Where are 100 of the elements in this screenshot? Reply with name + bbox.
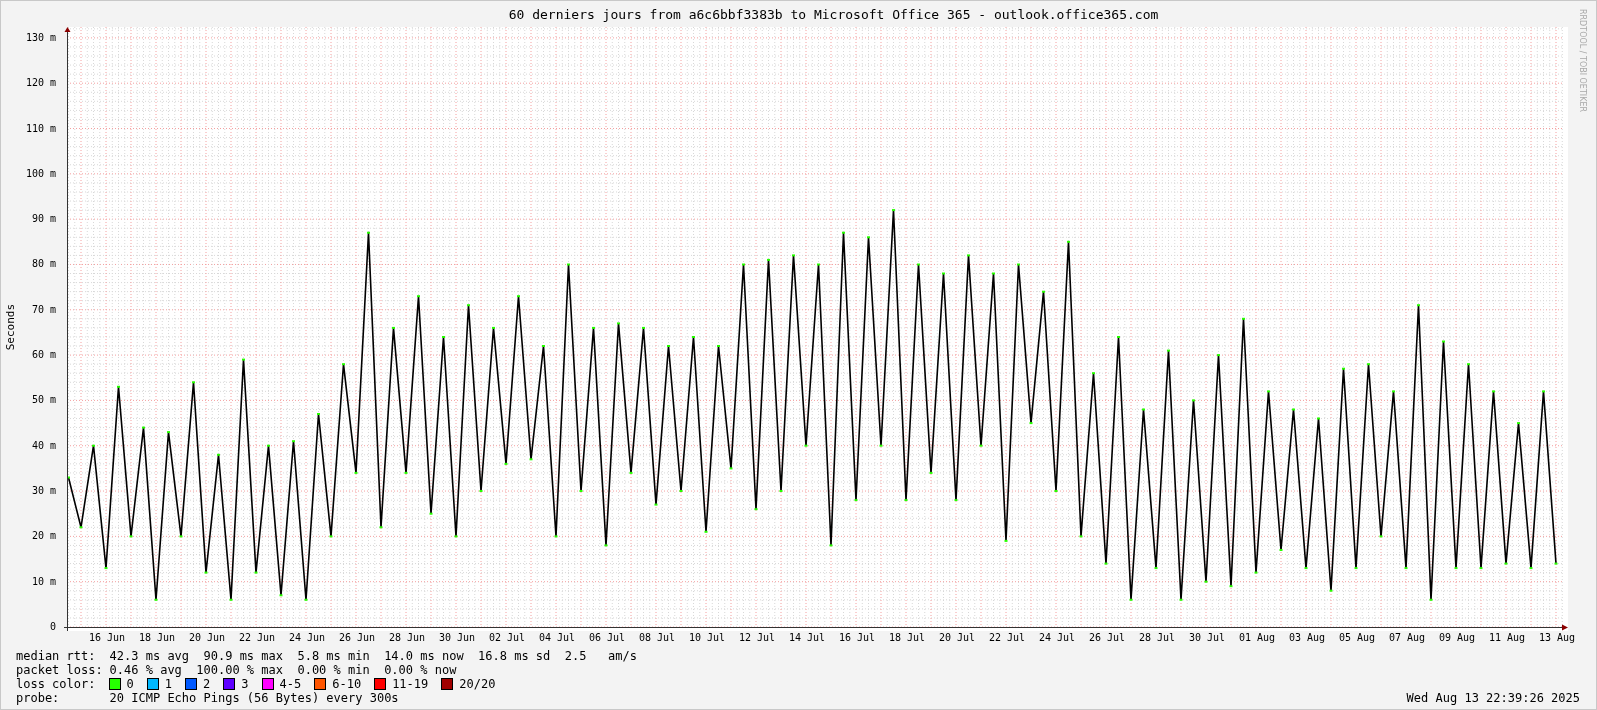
x-axis-label: 28 Jul: [1137, 632, 1177, 644]
data-point: [1079, 535, 1083, 538]
timestamp: Wed Aug 13 22:39:26 2025: [1406, 691, 1580, 705]
credit-text: RRDTOOL / TOBI OETIKER: [1577, 9, 1587, 113]
data-point: [1454, 567, 1458, 570]
data-point: [1517, 422, 1520, 425]
y-axis-label: 90 m: [31, 213, 56, 226]
data-point: [1017, 263, 1020, 266]
y-axis-label: 110 m: [25, 122, 56, 135]
data-point: [417, 295, 420, 298]
x-axis-label: 30 Jun: [437, 632, 477, 644]
x-axis-label: 22 Jul: [987, 632, 1027, 644]
data-point: [629, 471, 633, 474]
x-axis-label: 22 Jun: [237, 632, 277, 644]
data-point: [242, 358, 245, 361]
swatch-label: 2: [203, 677, 211, 691]
swatch-label: 3: [241, 677, 249, 691]
data-point: [1342, 367, 1345, 370]
x-axis-label: 08 Jul: [637, 632, 677, 644]
x-axis-label: 16 Jul: [837, 632, 877, 644]
legend-label: median rtt:: [16, 649, 97, 663]
swatch-label: 0: [126, 677, 134, 691]
x-axis-label: 12 Jul: [737, 632, 777, 644]
data-point: [1179, 598, 1183, 601]
x-axis-label: 18 Jun: [137, 632, 177, 644]
data-point: [117, 385, 120, 388]
data-point: [817, 263, 820, 266]
data-point: [392, 326, 395, 329]
x-axis-label: 03 Aug: [1287, 632, 1327, 644]
data-point: [79, 526, 83, 529]
y-axis-label: 40 m: [31, 439, 56, 452]
data-point: [767, 258, 770, 261]
data-point: [954, 499, 958, 502]
x-axis-label: 28 Jun: [387, 632, 427, 644]
data-point: [454, 535, 458, 538]
legend-label: loss color:: [16, 677, 97, 691]
data-point: [1292, 408, 1295, 411]
x-axis-label: 11 Aug: [1487, 632, 1527, 644]
data-point: [1142, 408, 1145, 411]
x-axis-label: 24 Jul: [1037, 632, 1077, 644]
swatch-label: 1: [164, 677, 173, 691]
data-point: [1317, 417, 1320, 420]
data-point: [67, 476, 70, 479]
data-point: [504, 462, 508, 465]
data-point: [1529, 567, 1533, 570]
y-axis-label: 50 m: [31, 394, 56, 407]
legend-value: 20 ICMP Echo Pings (56 Bytes) every 300s: [109, 691, 399, 705]
data-point: [167, 431, 170, 434]
data-point: [842, 231, 845, 234]
data-point: [1267, 390, 1270, 393]
data-point: [967, 254, 970, 257]
data-point: [642, 326, 645, 329]
data-point: [229, 598, 233, 601]
y-axis-label: 70 m: [31, 303, 56, 316]
data-point: [604, 544, 608, 547]
data-point: [192, 381, 195, 384]
data-point: [129, 535, 133, 538]
data-point: [829, 544, 833, 547]
x-axis-label: 04 Jul: [537, 632, 577, 644]
y-axis-label: 10 m: [31, 575, 56, 588]
data-point: [92, 444, 95, 447]
data-point: [1104, 562, 1108, 565]
data-point: [1042, 290, 1045, 293]
data-point: [517, 295, 520, 298]
data-point: [1204, 580, 1208, 583]
legend-label: packet loss:: [16, 663, 104, 677]
x-axis-label: 06 Jul: [587, 632, 627, 644]
data-point: [1167, 349, 1170, 352]
data-point: [304, 598, 308, 601]
data-point: [1192, 399, 1195, 402]
y-axis-label: 0: [49, 621, 56, 633]
data-point: [492, 326, 495, 329]
data-point: [1417, 304, 1420, 307]
x-axis-label: 05 Aug: [1337, 632, 1377, 644]
data-point: [204, 571, 208, 574]
data-point: [942, 272, 945, 275]
data-point: [1329, 589, 1333, 592]
data-point: [1479, 567, 1483, 570]
data-point: [267, 444, 270, 447]
data-point: [1154, 567, 1158, 570]
x-axis-label: 24 Jun: [287, 632, 327, 644]
x-axis-label: 09 Aug: [1437, 632, 1477, 644]
data-point: [1242, 317, 1245, 320]
x-axis-label: 10 Jul: [687, 632, 727, 644]
data-point: [904, 499, 908, 502]
data-point: [1067, 240, 1070, 243]
y-axis-label: 80 m: [31, 258, 56, 271]
data-point: [329, 535, 333, 538]
legend-value: 0.46 % avg 100.00 % max 0.00 % min 0.00 % now: [109, 663, 457, 677]
data-point: [854, 499, 858, 502]
data-point: [704, 530, 708, 533]
data-point: [754, 508, 758, 511]
y-axis-label: 100 m: [25, 167, 56, 180]
x-axis-label: 20 Jun: [187, 632, 227, 644]
swatch-label: 11-19: [392, 677, 429, 691]
y-axis-label: 120 m: [25, 77, 56, 90]
data-point: [142, 426, 145, 429]
data-point: [1092, 372, 1095, 375]
data-point: [792, 254, 795, 257]
y-axis-label: 20 m: [31, 530, 56, 543]
